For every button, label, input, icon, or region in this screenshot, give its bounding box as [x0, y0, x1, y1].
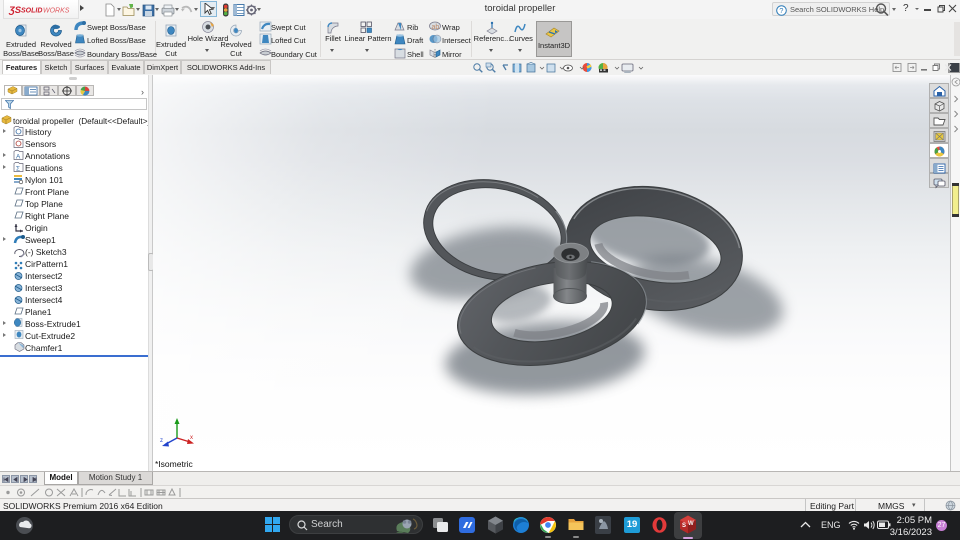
svg-text:ƷS: ƷS [8, 5, 22, 16]
svg-text:ab: ab [432, 24, 440, 31]
svg-text:WORKS: WORKS [43, 8, 70, 15]
svg-text:S: S [682, 523, 686, 529]
svg-text:SOLID: SOLID [21, 8, 42, 15]
svg-text:x: x [190, 435, 193, 441]
svg-text:Σ: Σ [16, 166, 20, 173]
svg-text:W: W [688, 521, 694, 527]
svg-text:?: ? [779, 6, 783, 15]
svg-text:z: z [160, 438, 163, 444]
svg-text:A: A [16, 154, 21, 161]
